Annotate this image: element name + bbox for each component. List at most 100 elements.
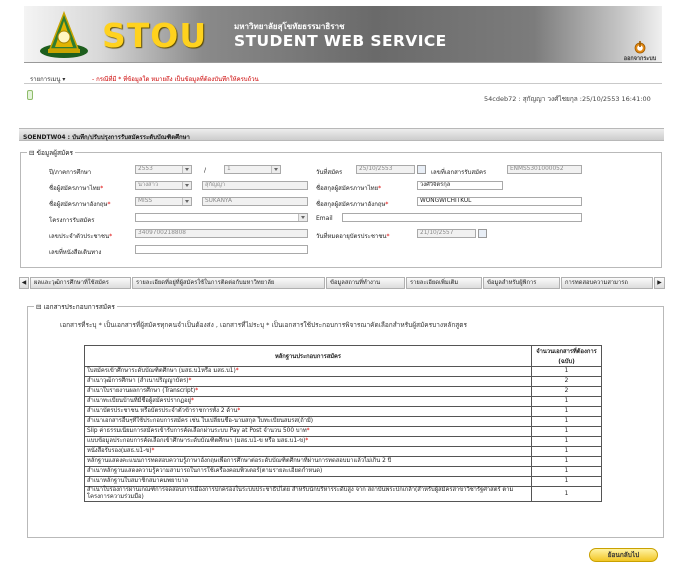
doc-no-label: เลขที่เอกสารรับสมัคร xyxy=(431,169,487,176)
document-name: Slip ค่าธรรมเนียมการสมัครเข้ารับการคัดเล… xyxy=(84,426,532,437)
documents-section-legend[interactable]: ⊟ เอกสารประกอบการสมัคร xyxy=(34,302,117,312)
table-row: ใบสมัครเข้าศึกษาระดับบัณฑิตศึกษา (มสธ.บ1… xyxy=(84,366,602,377)
program-label: โครงการรับสมัคร xyxy=(49,217,95,224)
tab-disability[interactable]: ข้อมูลสำหรับผู้พิการ xyxy=(483,277,560,289)
collapse-icon: ⊟ xyxy=(29,149,37,157)
tab-address[interactable]: รายละเอียดที่อยู่ที่ผู้สมัครใช้ในการติดต… xyxy=(132,277,325,289)
document-name: หลักฐานแสดงคะแนนการทดสอบความรู้ภาษาอังกฤ… xyxy=(84,456,532,467)
email-label: Email xyxy=(316,215,333,222)
document-count: 1 xyxy=(531,426,602,437)
passport-label: เลขที่หนังสือเดินทาง xyxy=(49,249,102,256)
column-header-document: หลักฐานประกอบการสมัคร xyxy=(84,345,532,367)
tab-bar: ◀ ผลและวุฒิการศึกษาที่ใช้สมัคร รายละเอีย… xyxy=(19,277,665,289)
service-name: STUDENT WEB SERVICE xyxy=(234,32,447,50)
document-count: 2 xyxy=(531,386,602,397)
menu-dropdown[interactable]: รายการเมนู ▾ xyxy=(30,74,65,84)
applicant-section-title: ข้อมูลผู้สมัคร xyxy=(36,149,74,157)
tab-ability-test[interactable]: การทดสอบความสามารถ xyxy=(561,277,653,289)
table-row: สำเนาหลักฐานแสดงความรู้ความสามารถในการใช… xyxy=(84,466,602,477)
document-count: 1 xyxy=(531,406,602,417)
documents-section-title: เอกสารประกอบการสมัคร xyxy=(43,303,115,311)
name-th-label: ชื่อผู้สมัครภาษาไทย* xyxy=(49,185,104,192)
table-row: แบบข้อมูลประกอบการคัดเลือกเข้าศึกษาระดับ… xyxy=(84,436,602,447)
document-count: 1 xyxy=(531,436,602,447)
term-select[interactable]: 1 xyxy=(224,165,281,174)
document-count: 1 xyxy=(531,466,602,477)
session-status: 54cdeb72 : สุกัญญา วงศ์ไชยกุล :25/10/255… xyxy=(484,95,651,103)
document-count: 1 xyxy=(531,366,602,377)
collapse-icon: ⊟ xyxy=(36,303,44,311)
last-name-en-label: ชื่อสกุลผู้สมัครภาษาอังกฤษ* xyxy=(316,201,389,208)
logout-label: ออกจากระบบ xyxy=(623,56,657,62)
program-select[interactable] xyxy=(135,213,308,222)
prefix-en-select[interactable]: MISS xyxy=(135,197,192,206)
email-field[interactable] xyxy=(342,213,582,222)
page-title: SOENDTW04 : บันทึก/ปรับปรุงการรับสมัครระ… xyxy=(23,134,190,141)
year-select[interactable]: 2553 xyxy=(135,165,192,174)
calendar-icon[interactable] xyxy=(478,229,487,238)
document-name: สำเนาใบรองการผ่านเกณฑ์การจดสอบการเมืองกา… xyxy=(84,486,532,502)
power-icon xyxy=(634,41,646,54)
document-name: สำเนาเอกสารอื่นๆที่ใช้ประกอบการสมัคร เช่… xyxy=(84,416,532,427)
required-note: - กรณีที่มี * ที่ข้อมูลใด หมายถึง เป็นข้… xyxy=(92,76,259,83)
id-expire-field[interactable]: 21/10/2557 xyxy=(417,229,476,238)
document-name: สำเนาวุฒิการศึกษา (สำเนาปริญญาบัตร)* xyxy=(84,376,532,387)
year-label: ปี/ภาคการศึกษา xyxy=(49,169,92,176)
page-title-bar: SOENDTW04 : บันทึก/ปรับปรุงการรับสมัครระ… xyxy=(19,128,664,141)
table-row: สำเนาบัตรประชาชน หรือบัตรประจำตัวข้าราชก… xyxy=(84,406,602,417)
document-name: สำเนาหลักฐานแสดงความรู้ความสามารถในการใช… xyxy=(84,466,532,477)
documents-note: เอกสารที่ระบุ * เป็นเอกสารที่ผู้สมัครทุก… xyxy=(60,321,467,329)
last-name-en-field[interactable]: WONGWICHITKUL xyxy=(417,197,582,206)
calendar-icon[interactable] xyxy=(417,165,426,174)
tab-additional[interactable]: รายละเอียดเพิ่มเติม xyxy=(406,277,482,289)
applicant-section-legend[interactable]: ⊟ ข้อมูลผู้สมัคร xyxy=(27,148,76,158)
document-count: 1 xyxy=(531,396,602,407)
table-row: หนังสือรับรอง(มสธ.บ1-ข)* 1 xyxy=(84,446,602,457)
table-row: สำเนาใบรองการผ่านเกณฑ์การจดสอบการเมืองกา… xyxy=(84,486,602,502)
last-name-th-field[interactable]: วงศ์วิจิตรกุล xyxy=(417,181,503,190)
document-name: สำเนาใบรายงานผลการศึกษา (Transcript)* xyxy=(84,386,532,397)
table-row: สำเนาทะเบียนบ้านที่มีชื่อผู้สมัครปรากฏอย… xyxy=(84,396,602,407)
last-name-th-label: ชื่อสกุลผู้สมัครภาษาไทย* xyxy=(316,185,382,192)
document-count: 1 xyxy=(531,476,602,487)
document-name: แบบข้อมูลประกอบการคัดเลือกเข้าศึกษาระดับ… xyxy=(84,436,532,447)
return-button[interactable]: ย้อนกลับไป xyxy=(589,548,658,562)
document-name: ใบสมัครเข้าศึกษาระดับบัณฑิตศึกษา (มสธ.บ1… xyxy=(84,366,532,377)
document-name: สำเนาหลักฐานใบสมาชิกสมาคมพยาบาล xyxy=(84,476,532,487)
university-seal-logo xyxy=(40,11,88,58)
status-indicator-icon xyxy=(27,90,33,100)
year-term-separator: / xyxy=(204,167,207,174)
document-name: หนังสือรับรอง(มสธ.บ1-ข)* xyxy=(84,446,532,457)
apply-date-field[interactable]: 25/10/2553 xyxy=(356,165,415,174)
tab-workplace[interactable]: ข้อมูลสถานที่ทำงาน xyxy=(326,277,405,289)
document-name: สำเนาบัตรประชาชน หรือบัตรประจำตัวข้าราชก… xyxy=(84,406,532,417)
tab-education[interactable]: ผลและวุฒิการศึกษาที่ใช้สมัคร xyxy=(30,277,131,289)
table-row: สำเนาวุฒิการศึกษา (สำเนาปริญญาบัตร)* 2 xyxy=(84,376,602,387)
table-row: Slip ค่าธรรมเนียมการสมัครเข้ารับการคัดเล… xyxy=(84,426,602,437)
documents-table: หลักฐานประกอบการสมัคร จำนวนเอกสารที่ต้อง… xyxy=(84,345,602,502)
passport-field[interactable] xyxy=(135,245,308,254)
prefix-th-select[interactable]: นางสาว xyxy=(135,181,192,190)
citizen-id-field[interactable]: 3409700218808 xyxy=(135,229,308,238)
tab-scroll-right-icon[interactable]: ▶ xyxy=(654,277,665,289)
document-count: 1 xyxy=(531,456,602,467)
table-row: สำเนาใบรายงานผลการศึกษา (Transcript)* 2 xyxy=(84,386,602,397)
name-en-label: ชื่อผู้สมัครภาษาอังกฤษ* xyxy=(49,201,111,208)
logout-button[interactable]: ออกจากระบบ xyxy=(618,40,662,62)
column-header-count: จำนวนเอกสารที่ต้องการ (ฉบับ) xyxy=(531,345,602,367)
header-banner: STOU มหาวิทยาลัยสุโขทัยธรรมาธิราช STUDEN… xyxy=(24,6,662,63)
tab-scroll-left-icon[interactable]: ◀ xyxy=(19,277,29,289)
document-name: สำเนาทะเบียนบ้านที่มีชื่อผู้สมัครปรากฏอย… xyxy=(84,396,532,407)
first-name-th-field[interactable]: สุกัญญา xyxy=(202,181,308,190)
stou-logo-text: STOU xyxy=(102,16,208,55)
menu-bar: รายการเมนู ▾ - กรณีที่มี * ที่ข้อมูลใด ห… xyxy=(24,71,662,84)
first-name-en-field[interactable]: SUKANYA xyxy=(202,197,308,206)
doc-no-field[interactable]: ENMS5301000052 xyxy=(507,165,582,174)
citizen-id-label: เลขประจำตัวประชาชน* xyxy=(49,233,113,240)
table-row: หลักฐานแสดงคะแนนการทดสอบความรู้ภาษาอังกฤ… xyxy=(84,456,602,467)
document-count: 1 xyxy=(531,416,602,427)
id-expire-label: วันที่หมดอายุบัตรประชาชน* xyxy=(316,233,390,240)
document-count: 1 xyxy=(531,446,602,457)
table-row: สำเนาเอกสารอื่นๆที่ใช้ประกอบการสมัคร เช่… xyxy=(84,416,602,427)
table-row: สำเนาหลักฐานใบสมาชิกสมาคมพยาบาล 1 xyxy=(84,476,602,487)
